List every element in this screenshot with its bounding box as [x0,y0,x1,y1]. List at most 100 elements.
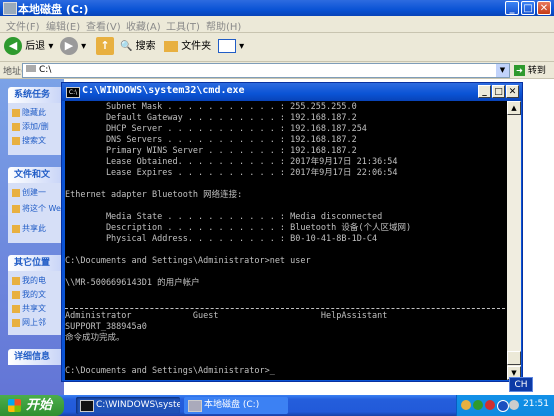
cmd-title: C:\WINDOWS\system32\cmd.exe [82,85,245,96]
address-input[interactable]: C:\ ▼ [22,63,510,78]
task-item[interactable]: 隐藏此 [12,107,46,118]
cmd-window[interactable]: C:\ C:\WINDOWS\system32\cmd.exe _ □ ✕ Su… [61,82,523,382]
maximize-button[interactable]: □ [521,1,535,15]
task-icon [12,122,20,131]
clock[interactable]: 21:51 [523,399,549,409]
task-label: 共享此 [22,224,46,233]
place-item[interactable]: 我的电 [12,275,46,286]
place-icon [12,290,20,299]
task-icon [12,136,20,145]
place-item[interactable]: 网上邻 [12,317,46,328]
drive-task-icon [188,400,202,412]
cmd-task-icon [80,400,94,412]
cmd-titlebar[interactable]: C:\ C:\WINDOWS\system32\cmd.exe _ □ ✕ [62,83,522,101]
panel-details-header[interactable]: 详细信息 [8,349,64,365]
console-line: Primary WINS Server . . . . . . . : 192.… [65,146,357,156]
up-folder-button[interactable]: ↑ [96,37,114,57]
taskbar: 开始 C:\WINDOWS\syste... 本地磁盘 (C:) 21:51 [0,395,554,416]
go-arrow-icon: ➜ [514,65,525,76]
task-label: 创建一 [22,188,46,197]
search-button[interactable]: 🔍 搜索 [120,37,156,57]
task-item[interactable]: 共享此 [12,223,46,234]
task-cmd-label: C:\WINDOWS\syste... [96,400,180,410]
place-icon [12,318,20,327]
console-line: C:\Documents and Settings\Administrator>… [65,366,275,376]
go-button[interactable]: ➜ 转到 [514,63,546,76]
menu-tools[interactable]: 工具(T) [166,18,200,33]
address-dropdown-icon[interactable]: ▼ [496,64,509,77]
start-button[interactable]: 开始 [0,395,64,416]
folders-button[interactable]: 文件夹 [164,37,211,57]
tray-bluetooth-icon[interactable] [497,400,509,412]
address-bar: 地址(D) C:\ ▼ ➜ 转到 [0,62,554,79]
search-label: 搜索 [135,41,156,52]
place-label: 我的文 [22,290,46,299]
forward-button[interactable]: ▶ ▾ [60,37,86,57]
menu-favorites[interactable]: 收藏(A) [126,18,161,33]
cmd-close-button[interactable]: ✕ [506,85,519,98]
console-line: 命令成功完成。 [65,333,125,343]
console-line: DHCP Server . . . . . . . . . . . : 192.… [65,124,367,134]
place-item[interactable]: 共享文 [12,303,46,314]
menu-help[interactable]: 帮助(H) [206,18,241,33]
console-line: C:\Documents and Settings\Administrator>… [65,256,311,266]
ime-indicator[interactable]: CH [509,377,533,392]
place-item[interactable]: 我的文 [12,289,46,300]
cmd-minimize-button[interactable]: _ [478,85,491,98]
views-button[interactable]: ▾ [218,37,244,57]
folders-icon [164,40,178,52]
tray-network-icon[interactable] [473,400,483,410]
console-line: \\MR-5006696143D1 的用户帐户 [65,278,200,288]
close-button[interactable]: ✕ [537,1,551,15]
task-label: 搜索文 [22,136,46,145]
drive-icon [3,2,17,15]
task-item[interactable]: 将这个 Web [12,203,66,214]
place-label: 网上邻 [22,318,46,327]
task-cmd[interactable]: C:\WINDOWS\syste... [76,397,180,414]
cmd-icon: C:\ [66,87,80,98]
task-label: 添加/删 [22,122,49,131]
console-line: Lease Expires . . . . . . . . . . : 2017… [65,168,398,178]
scroll-up-button[interactable]: ▲ [507,101,521,115]
back-arrow-icon: ◀ [4,37,22,55]
tray-antivirus-icon[interactable] [485,400,495,410]
task-explorer-label: 本地磁盘 (C:) [204,400,260,410]
drive-small-icon [26,65,36,72]
forward-arrow-icon: ▶ [60,37,78,55]
system-tray: 21:51 [456,395,554,416]
task-explorer[interactable]: 本地磁盘 (C:) [184,397,288,414]
panel-system-tasks: 隐藏此 添加/删 搜索文 [8,103,64,155]
scroll-thumb[interactable] [507,351,521,365]
menu-edit[interactable]: 编辑(E) [46,18,80,33]
console-line: Description . . . . . . . . . . . : Blue… [65,223,412,233]
menu-file[interactable]: 文件(F) [6,18,40,33]
task-icon [12,108,20,117]
toolbar: ◀ 后退 ▾ ▶ ▾ ↑ 🔍 搜索 文件夹 ▾ [0,33,554,62]
console-line: SUPPORT_388945a0 [65,322,147,332]
task-label: 隐藏此 [22,108,46,117]
panel-system-tasks-header[interactable]: 系统任务 [8,87,64,103]
tray-shield-icon[interactable] [461,400,471,410]
console-line: Default Gateway . . . . . . . . . : 192.… [65,113,357,123]
cmd-maximize-button[interactable]: □ [492,85,505,98]
console-line: Subnet Mask . . . . . . . . . . . : 255.… [65,102,357,112]
panel-other-places-header[interactable]: 其它位置 [8,255,64,271]
cmd-scrollbar[interactable]: ▲ ▼ [507,101,521,380]
panel-file-tasks-header[interactable]: 文件和文 [8,167,64,183]
console-separator [65,308,505,309]
minimize-button[interactable]: _ [505,1,519,15]
console-line: Lease Obtained. . . . . . . . . . : 2017… [65,157,398,167]
menu-view[interactable]: 查看(V) [86,18,121,33]
back-button[interactable]: ◀ 后退 ▾ [4,37,53,57]
menu-bar: 文件(F) 编辑(E) 查看(V) 收藏(A) 工具(T) 帮助(H) [0,16,554,33]
place-icon [12,304,20,313]
task-icon [12,204,20,213]
panel-file-tasks: 创建一 将这个 Web 共享此 [8,183,66,243]
views-icon [218,39,236,53]
task-item[interactable]: 创建一 [12,187,46,198]
explorer-titlebar[interactable]: 本地磁盘 (C:) _ □ ✕ [0,0,554,16]
tray-volume-icon[interactable] [509,400,519,410]
task-item[interactable]: 添加/删 [12,121,49,132]
console-output[interactable]: Subnet Mask . . . . . . . . . . . : 255.… [65,101,507,380]
task-item[interactable]: 搜索文 [12,135,46,146]
